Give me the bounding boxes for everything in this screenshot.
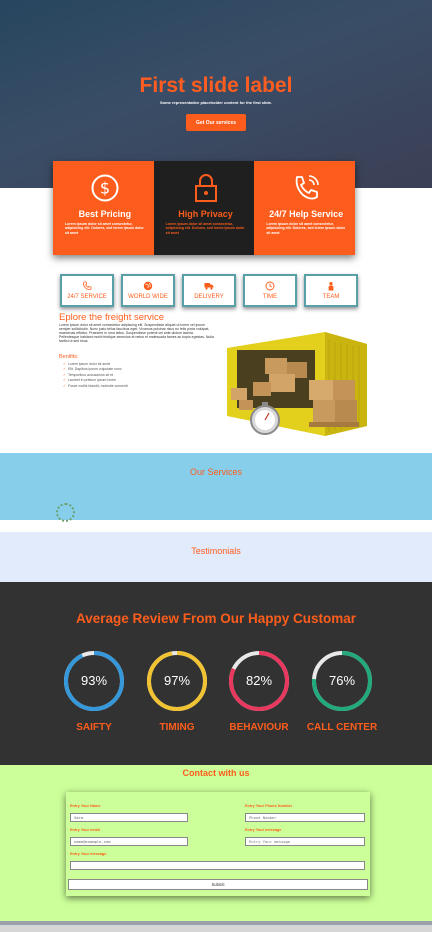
review-gauge: 93% <box>62 649 126 713</box>
gauge-label: CALL CENTER <box>306 722 378 733</box>
team-icon <box>328 282 334 291</box>
tile-delivery[interactable]: DELIVERY <box>182 274 236 307</box>
footer-divider <box>0 921 432 925</box>
feature-card-help: 24/7 Help Service Lorem ipsum dolor sit … <box>254 161 356 255</box>
gauge-value: 97% <box>163 673 191 688</box>
email-field[interactable] <box>70 837 188 846</box>
feature-title: Best Pricing <box>78 209 132 219</box>
feature-cards: $ Best Pricing Lorem ipsum dolor sit ame… <box>53 161 356 255</box>
service-tiles: 24/7 SERVICE WORLD WIDE DELIVERY TIME TE… <box>60 274 362 307</box>
testimonials-section <box>0 532 432 582</box>
services-heading: Our Services <box>189 467 242 477</box>
lock-icon <box>194 174 217 202</box>
hero-title: First slide label <box>139 74 293 97</box>
feature-text: Lorem ipsum dolor sit amet consectetur, … <box>266 222 346 235</box>
name-field[interactable] <box>70 813 188 822</box>
phone-icon <box>295 175 319 200</box>
name-label: Entry Your Name <box>70 804 101 808</box>
contact-section: Contact with us Entry Your Name Entry Yo… <box>0 765 432 921</box>
benefit-text: Fusce mollis blandit, molestie convenit <box>67 383 128 388</box>
freight-container-image <box>217 318 379 441</box>
loading-spinner-icon <box>56 503 75 522</box>
feature-card-pricing: $ Best Pricing Lorem ipsum dolor sit ame… <box>53 161 154 255</box>
feature-card-privacy: High Privacy Lorem ipsum dolor sit amet … <box>153 161 255 255</box>
gauge-label: SAIFTY <box>76 722 112 733</box>
feature-text: Lorem ipsum dolor sit amet consectetur, … <box>165 222 245 235</box>
tile-label: TIME <box>262 294 278 300</box>
feature-title: High Privacy <box>178 209 233 219</box>
list-item: ✓ Fusce mollis blandit, molestie convenit <box>63 384 213 389</box>
message-field[interactable] <box>245 837 365 846</box>
submit-button[interactable]: Submit <box>68 879 368 890</box>
tile-label: DELIVERY <box>194 294 224 300</box>
benefit-text: Elit. Dapibus ipsum vulputate nunc <box>67 367 122 372</box>
svg-text:$: $ <box>100 179 110 198</box>
check-icon: ✓ <box>63 372 66 377</box>
gauge-value: 82% <box>245 673 273 688</box>
benefits-label: Benifits: <box>59 354 79 360</box>
tile-label: 24/7 SERVICE <box>67 294 107 300</box>
phone-label: Entry Your Phone Number <box>245 804 293 808</box>
review-gauge: 76% <box>310 649 374 713</box>
check-icon: ✓ <box>63 378 66 383</box>
contact-heading: Contact with us <box>182 768 250 778</box>
benefits-list: ✓ Lorem ipsum dolor sit amet ✓ Elit. Dapib… <box>63 362 213 389</box>
hero-subtitle: Some representative placeholder content … <box>159 100 273 105</box>
testimonials-heading: Testimonials <box>191 546 241 556</box>
phone-field[interactable] <box>245 813 365 822</box>
explore-paragraph: Lorem ipsum dolor sit amet consectetur a… <box>59 323 214 343</box>
review-gauge: 82% <box>227 649 291 713</box>
tile-label: WORLD WIDE <box>128 294 168 300</box>
dollar-icon: $ <box>91 174 119 202</box>
message-label: Entry Your message <box>245 828 282 832</box>
benefit-text: Laoreet in pretium ipsum lorem <box>67 378 117 383</box>
benefit-text: Lorem ipsum dolor sit amet <box>67 362 111 366</box>
tile-time[interactable]: TIME <box>243 274 297 307</box>
gauge-value: 76% <box>328 673 356 688</box>
review-section: Average Review From Our Happy Customar 9… <box>0 582 432 765</box>
phone-icon <box>83 281 92 290</box>
truck-icon <box>204 283 214 290</box>
feature-title: 24/7 Help Service <box>269 209 344 219</box>
globe-icon <box>143 281 153 291</box>
gauge-value: 93% <box>80 673 108 688</box>
review-gauge: 97% <box>145 649 209 713</box>
check-icon: ✓ <box>63 383 66 388</box>
tile-world-wide[interactable]: WORLD WIDE <box>121 274 175 307</box>
message-label-2: Entry Your message <box>70 852 107 856</box>
tile-label: TEAM <box>322 294 340 300</box>
explore-title: Eplore the freight service <box>59 312 165 323</box>
get-services-button[interactable]: Get Our services <box>186 114 246 131</box>
message-field-2[interactable] <box>70 861 365 870</box>
tile-24-7-service[interactable]: 24/7 SERVICE <box>60 274 114 307</box>
benefit-text: Temporibus accusamus sit et <box>67 372 114 377</box>
email-label: Entry Your email <box>70 828 100 832</box>
feature-text: Lorem ipsum dolor sit amet consectetur, … <box>65 222 144 235</box>
contact-form: Entry Your Name Entry Your Phone Number … <box>66 792 370 896</box>
review-title: Average Review From Our Happy Customar <box>75 611 357 626</box>
check-icon: ✓ <box>63 362 66 366</box>
gauge-label: TIMING <box>159 722 195 733</box>
gauge-label: BEHAVIOUR <box>229 722 289 733</box>
tile-team[interactable]: TEAM <box>304 274 358 307</box>
check-icon: ✓ <box>63 367 66 372</box>
clock-icon <box>265 281 275 291</box>
